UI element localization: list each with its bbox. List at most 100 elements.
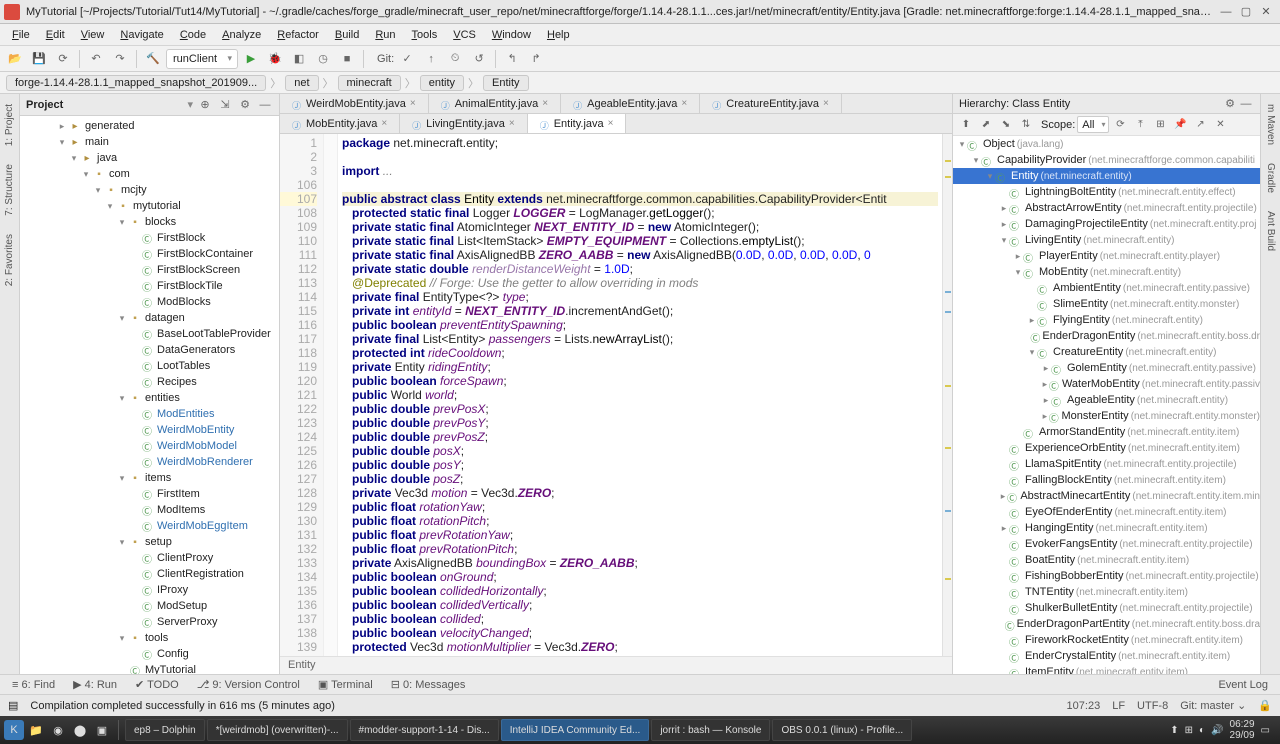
crumb-net[interactable]: net bbox=[285, 75, 318, 91]
files-icon[interactable]: 📁 bbox=[26, 720, 46, 740]
select-opened-icon[interactable]: ⊕ bbox=[197, 97, 213, 113]
hide-icon[interactable]: — bbox=[257, 97, 273, 113]
tab-mobentity[interactable]: MobEntity.java× bbox=[280, 114, 400, 133]
editor-breadcrumb[interactable]: Entity bbox=[280, 656, 952, 674]
hier-node-flyingentity[interactable]: ▸FlyingEntity (net.minecraft.entity) bbox=[953, 312, 1260, 328]
profile-icon[interactable]: ◷ bbox=[312, 48, 334, 70]
tree-node-firstblock[interactable]: FirstBlock bbox=[20, 230, 279, 246]
tab-livingentity[interactable]: LivingEntity.java× bbox=[400, 114, 528, 133]
taskbar-app[interactable]: *[weirdmob] (overwritten)-... bbox=[207, 719, 348, 741]
editor[interactable]: 1231061071081091101111121131141151161171… bbox=[280, 134, 952, 656]
menu-navigate[interactable]: Navigate bbox=[112, 27, 171, 43]
tree-node-mytutorial[interactable]: ▾mytutorial bbox=[20, 198, 279, 214]
tree-node-clientregistration[interactable]: ClientRegistration bbox=[20, 566, 279, 582]
bottom-tab[interactable]: ✔ TODO bbox=[127, 676, 187, 693]
menu-run[interactable]: Run bbox=[367, 27, 403, 43]
taskbar-app[interactable]: ep8 – Dolphin bbox=[125, 719, 205, 741]
tree-node-moditems[interactable]: ModItems bbox=[20, 502, 279, 518]
crumb-entity[interactable]: entity bbox=[420, 75, 464, 91]
export-icon[interactable]: ↗ bbox=[1191, 116, 1209, 134]
chrome-icon[interactable]: ◉ bbox=[48, 720, 68, 740]
tree-node-mytutorial[interactable]: MyTutorial bbox=[20, 662, 279, 674]
tree-node-tools[interactable]: ▾tools bbox=[20, 630, 279, 646]
stripe-gradle[interactable]: Gradle bbox=[1263, 157, 1278, 199]
tree-node-baseloottableprovider[interactable]: BaseLootTableProvider bbox=[20, 326, 279, 342]
menu-edit[interactable]: Edit bbox=[38, 27, 73, 43]
forward-icon[interactable]: ↱ bbox=[525, 48, 547, 70]
tree-node-firstitem[interactable]: FirstItem bbox=[20, 486, 279, 502]
tree-node-datagenerators[interactable]: DataGenerators bbox=[20, 342, 279, 358]
hier-node-creatureentity[interactable]: ▾CreatureEntity (net.minecraft.entity) bbox=[953, 344, 1260, 360]
encoding[interactable]: UTF-8 bbox=[1137, 700, 1168, 712]
autoscroll-icon[interactable]: ⤒ bbox=[1131, 116, 1149, 134]
hier-node-armorstandentity[interactable]: ArmorStandEntity (net.minecraft.entity.i… bbox=[953, 424, 1260, 440]
refresh-hier-icon[interactable]: ⟳ bbox=[1111, 116, 1129, 134]
hier-node-ambiententity[interactable]: AmbientEntity (net.minecraft.entity.pass… bbox=[953, 280, 1260, 296]
caret-position[interactable]: 107:23 bbox=[1067, 700, 1101, 712]
code-area[interactable]: package net.minecraft.entity;import ...p… bbox=[338, 134, 942, 656]
redo-icon[interactable]: ↷ bbox=[109, 48, 131, 70]
bottom-tab[interactable]: ▶ 4: Run bbox=[65, 676, 125, 693]
project-view-dropdown[interactable]: ▾ bbox=[187, 98, 193, 111]
line-sep[interactable]: LF bbox=[1112, 700, 1125, 712]
stripe-structure[interactable]: 7: Structure bbox=[2, 158, 17, 222]
error-stripe[interactable] bbox=[942, 134, 952, 656]
start-menu-icon[interactable]: K bbox=[4, 720, 24, 740]
git-revert-icon[interactable]: ↺ bbox=[468, 48, 490, 70]
class-hier-icon[interactable]: ⬆ bbox=[957, 116, 975, 134]
tree-node-main[interactable]: ▾main bbox=[20, 134, 279, 150]
obs-icon[interactable]: ⬤ bbox=[70, 720, 90, 740]
close-hier-icon[interactable]: ✕ bbox=[1211, 116, 1229, 134]
tree-node-setup[interactable]: ▾setup bbox=[20, 534, 279, 550]
stripe-project[interactable]: 1: Project bbox=[2, 98, 17, 152]
hier-node-lightningboltentity[interactable]: LightningBoltEntity (net.minecraft.entit… bbox=[953, 184, 1260, 200]
hier-node-ageableentity[interactable]: ▸AgeableEntity (net.minecraft.entity) bbox=[953, 392, 1260, 408]
tree-node-weirdmobmodel[interactable]: WeirdMobModel bbox=[20, 438, 279, 454]
collapse-icon[interactable]: ⇲ bbox=[217, 97, 233, 113]
hier-node-fireworkrocketentity[interactable]: FireworkRocketEntity (net.minecraft.enti… bbox=[953, 632, 1260, 648]
crumb-root[interactable]: forge-1.14.4-28.1.1_mapped_snapshot_2019… bbox=[6, 75, 266, 91]
show-desktop-icon[interactable]: ▭ bbox=[1261, 725, 1270, 736]
minimize-icon[interactable]: — bbox=[1216, 4, 1236, 20]
undo-icon[interactable]: ↶ bbox=[85, 48, 107, 70]
taskbar-app[interactable]: IntelliJ IDEA Community Ed... bbox=[501, 719, 650, 741]
menu-refactor[interactable]: Refactor bbox=[269, 27, 327, 43]
close-tab-icon[interactable]: × bbox=[410, 98, 416, 109]
menu-build[interactable]: Build bbox=[327, 27, 367, 43]
subtypes-icon[interactable]: ⬊ bbox=[997, 116, 1015, 134]
close-tab-icon[interactable]: × bbox=[542, 98, 548, 109]
hier-node-fishingbobberentity[interactable]: FishingBobberEntity (net.minecraft.entit… bbox=[953, 568, 1260, 584]
project-tree[interactable]: ▸generated▾main▾java▾com▾mcjty▾mytutoria… bbox=[20, 116, 279, 674]
tree-node-datagen[interactable]: ▾datagen bbox=[20, 310, 279, 326]
stop-icon[interactable]: ■ bbox=[336, 48, 358, 70]
hier-node-llamaspitentity[interactable]: LlamaSpitEntity (net.minecraft.entity.pr… bbox=[953, 456, 1260, 472]
taskbar-app[interactable]: OBS 0.0.1 (linux) - Profile... bbox=[772, 719, 912, 741]
hier-node-fallingblockentity[interactable]: FallingBlockEntity (net.minecraft.entity… bbox=[953, 472, 1260, 488]
crumb-minecraft[interactable]: minecraft bbox=[338, 75, 401, 91]
hier-node-evokerfangsentity[interactable]: EvokerFangsEntity (net.minecraft.entity.… bbox=[953, 536, 1260, 552]
menu-tools[interactable]: Tools bbox=[404, 27, 446, 43]
tree-node-firstblockscreen[interactable]: FirstBlockScreen bbox=[20, 262, 279, 278]
stripe-antbuild[interactable]: Ant Build bbox=[1263, 205, 1278, 257]
hier-node-abstractminecartentity[interactable]: ▸AbstractMinecartEntity (net.minecraft.e… bbox=[953, 488, 1260, 504]
hier-node-itementity[interactable]: ItemEntity (net.minecraft.entity.item) bbox=[953, 664, 1260, 674]
open-icon[interactable]: 📂 bbox=[4, 48, 26, 70]
scope-combo[interactable]: All bbox=[1077, 116, 1109, 133]
hier-node-boatentity[interactable]: BoatEntity (net.minecraft.entity.item) bbox=[953, 552, 1260, 568]
hier-node-abstractarrowentity[interactable]: ▸AbstractArrowEntity (net.minecraft.enti… bbox=[953, 200, 1260, 216]
hier-node-object[interactable]: ▾Object (java.lang) bbox=[953, 136, 1260, 152]
taskbar-app[interactable]: #modder-support-1-14 - Dis... bbox=[350, 719, 499, 741]
close-tab-icon[interactable]: × bbox=[823, 98, 829, 109]
hierarchy-tree[interactable]: ▾Object (java.lang)▾CapabilityProvider (… bbox=[953, 136, 1260, 674]
tree-node-mcjty[interactable]: ▾mcjty bbox=[20, 182, 279, 198]
close-tab-icon[interactable]: × bbox=[681, 98, 687, 109]
back-icon[interactable]: ↰ bbox=[501, 48, 523, 70]
tree-node-clientproxy[interactable]: ClientProxy bbox=[20, 550, 279, 566]
tree-node-modsetup[interactable]: ModSetup bbox=[20, 598, 279, 614]
tree-node-serverproxy[interactable]: ServerProxy bbox=[20, 614, 279, 630]
run-icon[interactable]: ▶ bbox=[240, 48, 262, 70]
stripe-favorites[interactable]: 2: Favorites bbox=[2, 228, 17, 292]
tree-node-firstblocktile[interactable]: FirstBlockTile bbox=[20, 278, 279, 294]
hier-node-livingentity[interactable]: ▾LivingEntity (net.minecraft.entity) bbox=[953, 232, 1260, 248]
tree-node-modentities[interactable]: ModEntities bbox=[20, 406, 279, 422]
